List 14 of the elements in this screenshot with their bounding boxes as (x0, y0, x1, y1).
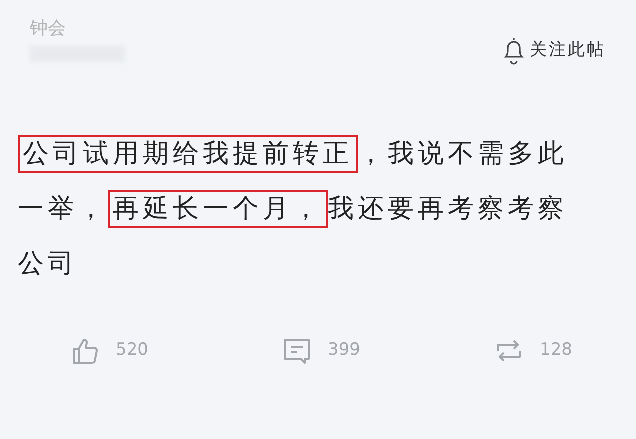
bell-icon (502, 36, 526, 66)
highlighted-text: 再延长一个月， (108, 190, 328, 228)
author-name: 钟会 (30, 18, 67, 40)
post-text: 我还要再考察考察 (328, 194, 568, 224)
post-text: 公司 (18, 249, 78, 279)
count-text: 399 (328, 339, 360, 362)
thumbs-up-icon[interactable] (70, 336, 100, 366)
follow-button[interactable]: 关注此帖 (502, 36, 606, 66)
comment-icon[interactable] (282, 336, 312, 366)
post-text: 一举， (18, 194, 108, 224)
count-text: 520 (116, 339, 148, 362)
count-text: 128 (540, 339, 572, 362)
highlighted-text: 公司试用期给我提前转正 (18, 135, 358, 173)
post-text: ，我说不需多此 (358, 139, 568, 169)
